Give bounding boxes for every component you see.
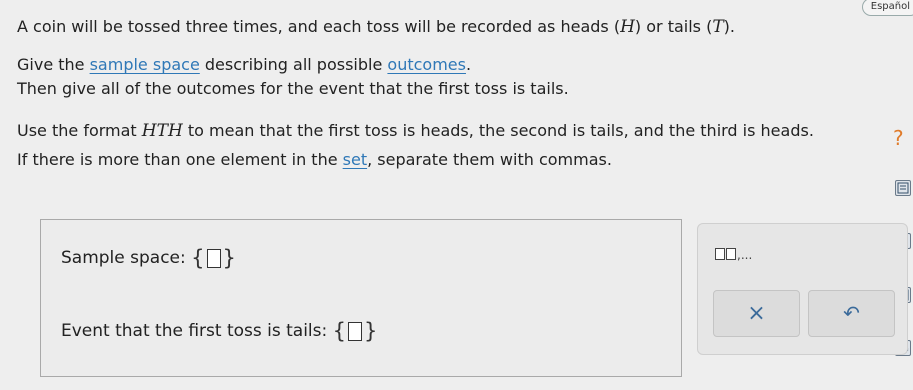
question-line-1: A coin will be tossed three times, and e…: [17, 17, 735, 37]
tails-symbol: T: [712, 17, 724, 37]
brace-open: {: [332, 319, 347, 343]
event-label: Event that the first toss is tails:: [61, 321, 328, 341]
input-slot[interactable]: [206, 248, 221, 268]
brace-open: {: [191, 246, 205, 270]
question-text: A coin will be tossed three times, and e…: [17, 17, 621, 36]
heads-symbol: H: [620, 17, 635, 37]
question-text: Give the: [17, 55, 90, 74]
question-line-2: Give the sample space describing all pos…: [17, 55, 471, 74]
question-text: ).: [723, 17, 735, 36]
answer-panel: Sample space: {} Event that the first to…: [40, 219, 682, 377]
clear-button[interactable]: ×: [713, 290, 800, 337]
help-icon[interactable]: ?: [893, 126, 904, 150]
sample-space-label: Sample space:: [61, 248, 186, 268]
input-slot[interactable]: [348, 321, 363, 341]
question-text: describing all possible: [199, 55, 388, 74]
sample-space-link[interactable]: sample space: [90, 55, 200, 74]
format-example: HTH: [141, 121, 183, 141]
espanol-button[interactable]: Español: [861, 0, 913, 16]
question-line-3: Then give all of the outcomes for the ev…: [17, 79, 569, 98]
sample-space-row: Sample space: {}: [61, 246, 236, 270]
set-link[interactable]: set: [343, 150, 367, 169]
template-suffix: ,...: [737, 248, 753, 262]
event-row: Event that the first toss is tails: {}: [61, 319, 377, 343]
question-line-4: Use the format HTH to mean that the firs…: [17, 121, 814, 141]
question-text: ) or tails (: [634, 17, 713, 36]
question-text: , separate them with commas.: [367, 150, 612, 169]
question-line-5: If there is more than one element in the…: [17, 150, 612, 169]
outcomes-link[interactable]: outcomes: [387, 55, 466, 74]
brace-close: }: [222, 246, 236, 270]
list-template-button[interactable]: ,...: [715, 248, 752, 262]
slot-icon: [726, 248, 736, 260]
slot-icon: [715, 248, 725, 260]
sample-space-input[interactable]: {}: [191, 246, 236, 270]
undo-button[interactable]: ↶: [808, 290, 895, 337]
question-text: .: [465, 55, 472, 74]
calculator-icon[interactable]: [895, 180, 911, 196]
brace-close: }: [364, 319, 378, 343]
question-text: to mean that the first toss is heads, th…: [182, 121, 814, 140]
question-text: If there is more than one element in the: [17, 150, 343, 169]
question-text: Use the format: [17, 121, 142, 140]
event-input[interactable]: {}: [333, 319, 378, 343]
